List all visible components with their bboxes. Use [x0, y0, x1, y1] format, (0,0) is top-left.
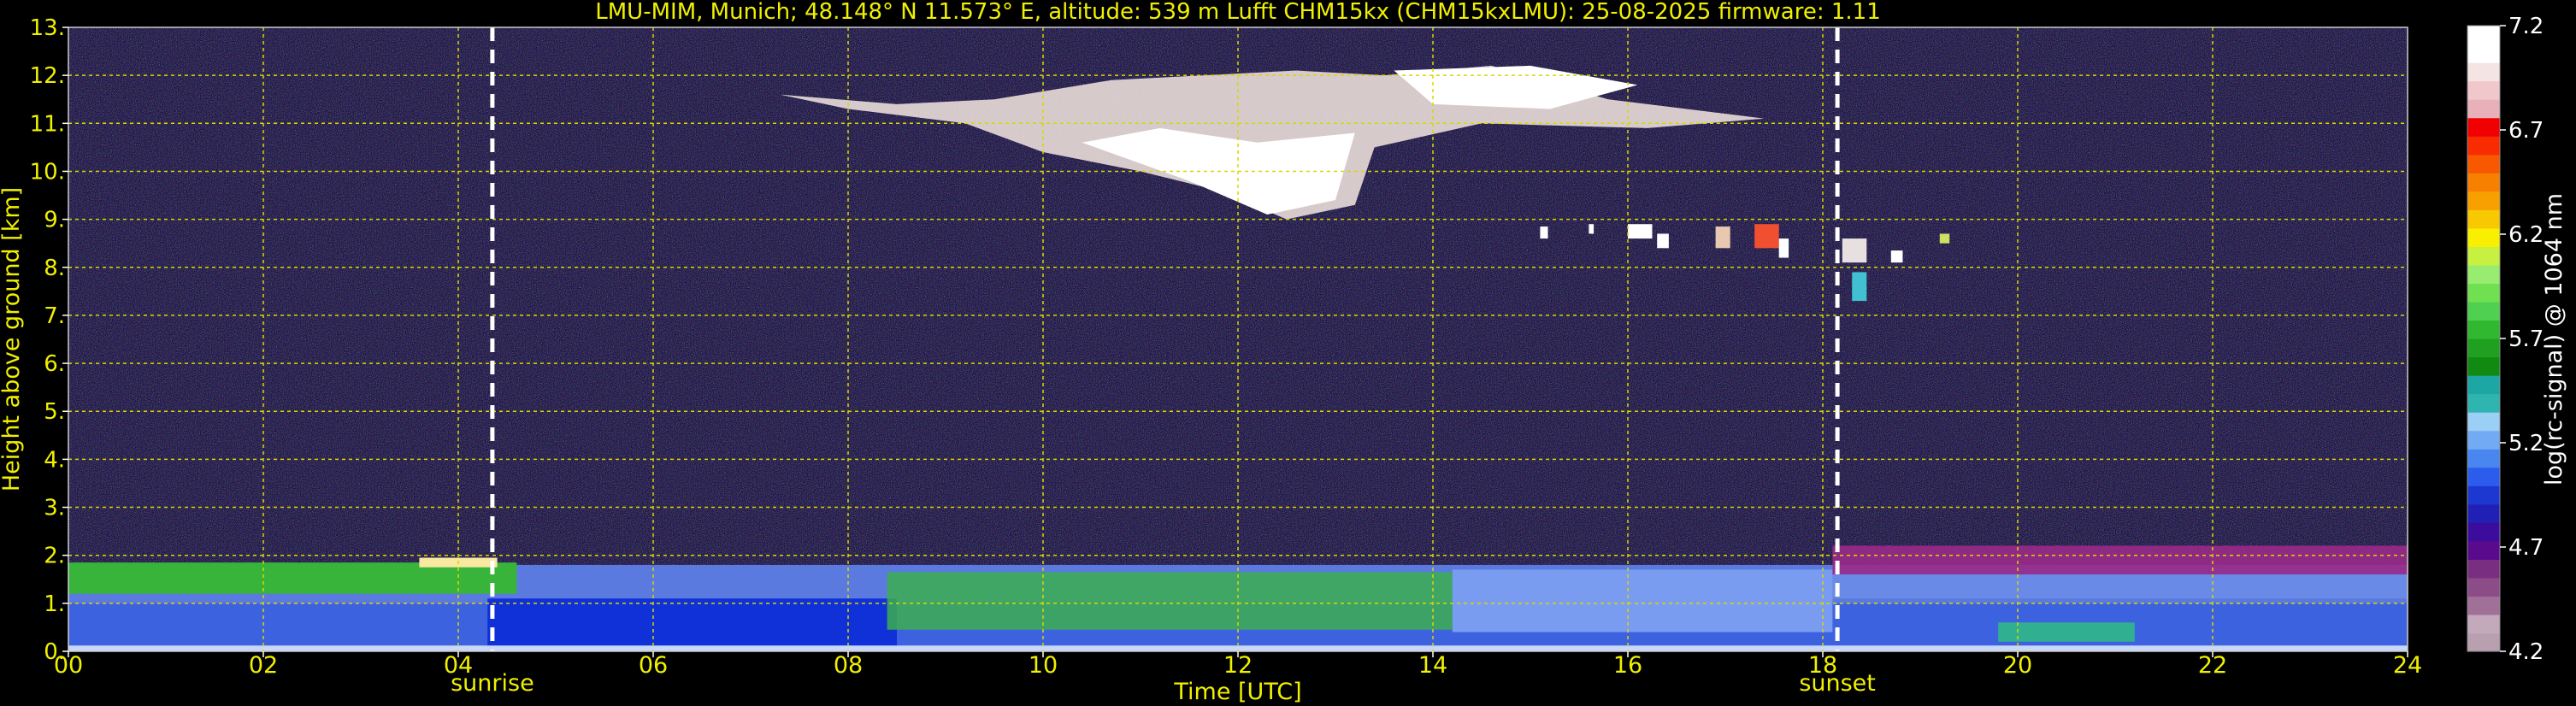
colorbar-tick-label: 6.2	[2508, 222, 2544, 248]
colorbar: 4.2 4.7 5.2 5.7 6.2 6.7 7.2	[2467, 14, 2544, 665]
colorbar-segment	[2467, 614, 2500, 634]
colorbar-segment	[2467, 283, 2500, 303]
y-tick-label: 3.	[44, 496, 65, 521]
colorbar-segment	[2467, 191, 2500, 210]
colorbar-segment	[2467, 246, 2500, 266]
colorbar-segment	[2467, 375, 2500, 395]
marker-label-sunset: sunset	[1799, 670, 1876, 697]
feature-evening-green	[1998, 622, 2135, 642]
marker-label-sunrise: sunrise	[451, 670, 534, 697]
x-tick-label: 08	[834, 652, 863, 679]
colorbar-segment	[2467, 301, 2500, 321]
colorbar-segment	[2467, 632, 2500, 652]
colorbar-tick-label: 6.7	[2508, 118, 2544, 144]
colorbar-segment	[2467, 173, 2500, 192]
colorbar-segment	[2467, 430, 2500, 450]
x-axis-label: Time [UTC]	[1173, 679, 1301, 705]
feature-deep-blue	[487, 598, 897, 647]
colorbar-segment	[2467, 540, 2500, 560]
colorbar-segment	[2467, 209, 2500, 229]
colorbar-segment	[2467, 577, 2500, 597]
colorbar-segment	[2467, 44, 2500, 63]
x-tick-label: 10	[1029, 652, 1058, 679]
feature-cloud-patch-0	[1540, 227, 1548, 239]
feature-green-layer-midday	[887, 572, 1453, 630]
feature-cloud-patch-3	[1657, 233, 1669, 249]
feature-cloud-patch-5	[1754, 224, 1779, 249]
colorbar-segment	[2467, 117, 2500, 137]
colorbar-segment	[2467, 320, 2500, 339]
feature-residual-layer	[1832, 545, 2408, 575]
feature-cloud-patch-2	[1628, 224, 1653, 239]
colorbar-segment	[2467, 485, 2500, 505]
y-axis-label: Height above ground [km]	[0, 187, 25, 491]
x-axis-ticks: 00 02 04 06 08 10 12 14 16 18 20 22 24	[54, 651, 2422, 679]
ceilometer-figure: 00 02 04 06 08 10 12 14 16 18 20 22 24 0. 1. 2. 3. 4. 5. 6…	[0, 0, 2576, 706]
colorbar-segment	[2467, 338, 2500, 358]
colorbar-segment	[2467, 467, 2500, 486]
feature-cloud-patch-8	[1852, 272, 1867, 302]
y-tick-label: 12.	[30, 63, 65, 89]
feature-cloud-patch-10	[1939, 233, 1950, 244]
y-tick-label: 6.	[44, 351, 65, 377]
y-tick-label: 0.	[44, 639, 65, 665]
colorbar-segment	[2467, 264, 2500, 285]
y-tick-label: 9.	[44, 208, 65, 233]
y-tick-label: 1.	[44, 591, 65, 617]
feature-cloud-patch-7	[1842, 238, 1867, 263]
colorbar-segment	[2467, 393, 2500, 413]
colorbar-segment	[2467, 26, 2500, 45]
y-tick-label: 4.	[44, 447, 65, 473]
x-tick-label: 12	[1223, 652, 1253, 679]
x-tick-label: 22	[2198, 652, 2227, 679]
colorbar-segment	[2467, 227, 2500, 247]
colorbar-segment	[2467, 412, 2500, 432]
y-tick-label: 5.	[44, 399, 65, 425]
x-tick-label: 02	[249, 652, 278, 679]
feature-cloud-patch-1	[1589, 224, 1595, 234]
colorbar-segment	[2467, 62, 2500, 82]
colorbar-label: log(rc-signal) @ 1064 nm	[2541, 193, 2567, 485]
feature-cloud-patch-9	[1890, 250, 1903, 263]
feature-cloud-patch-6	[1778, 238, 1789, 258]
colorbar-tick-label: 4.2	[2508, 639, 2544, 665]
y-tick-label: 7.	[44, 303, 65, 329]
colorbar-segment	[2467, 80, 2500, 100]
feature-cloud-patch-4	[1715, 227, 1730, 249]
colorbar-segment	[2467, 136, 2500, 156]
y-tick-label: 11.	[30, 111, 65, 137]
x-tick-label: 14	[1418, 652, 1447, 679]
y-tick-label: 13.	[30, 15, 65, 41]
colorbar-segment	[2467, 154, 2500, 174]
feature-evening-layer	[1832, 574, 2408, 599]
colorbar-tick-label: 5.2	[2508, 431, 2544, 456]
chart-svg: 00 02 04 06 08 10 12 14 16 18 20 22 24 0.1.2.3.4.5.6…	[0, 0, 2567, 705]
x-tick-label: 16	[1613, 652, 1642, 679]
colorbar-tick-label: 4.7	[2508, 535, 2544, 561]
colorbar-segment	[2467, 596, 2500, 615]
colorbar-segment	[2467, 449, 2500, 468]
chart-title: LMU-MIM, Munich; 48.148° N 11.573° E, al…	[595, 0, 1880, 25]
y-tick-label: 2.	[44, 544, 65, 569]
colorbar-segment	[2467, 522, 2500, 542]
y-tick-label: 8.	[44, 256, 65, 281]
colorbar-segment	[2467, 356, 2500, 376]
y-axis-ticks: 0. 1. 2. 3. 4. 5. 6. 7. 8. 9. 10. 11. 12. 13.	[30, 15, 68, 665]
x-tick-label: 20	[2003, 652, 2032, 679]
feature-mixed-layer	[1452, 569, 1833, 632]
colorbar-tick-label: 5.7	[2508, 327, 2544, 352]
y-tick-label: 10.	[30, 159, 65, 185]
colorbar-tick-label: 7.2	[2508, 14, 2544, 39]
colorbar-segment	[2467, 559, 2500, 579]
heatmap-plot	[68, 26, 2408, 652]
x-tick-label: 06	[639, 652, 668, 679]
colorbar-segment	[2467, 503, 2500, 523]
colorbar-segment	[2467, 99, 2500, 119]
x-tick-label: 24	[2393, 652, 2422, 679]
